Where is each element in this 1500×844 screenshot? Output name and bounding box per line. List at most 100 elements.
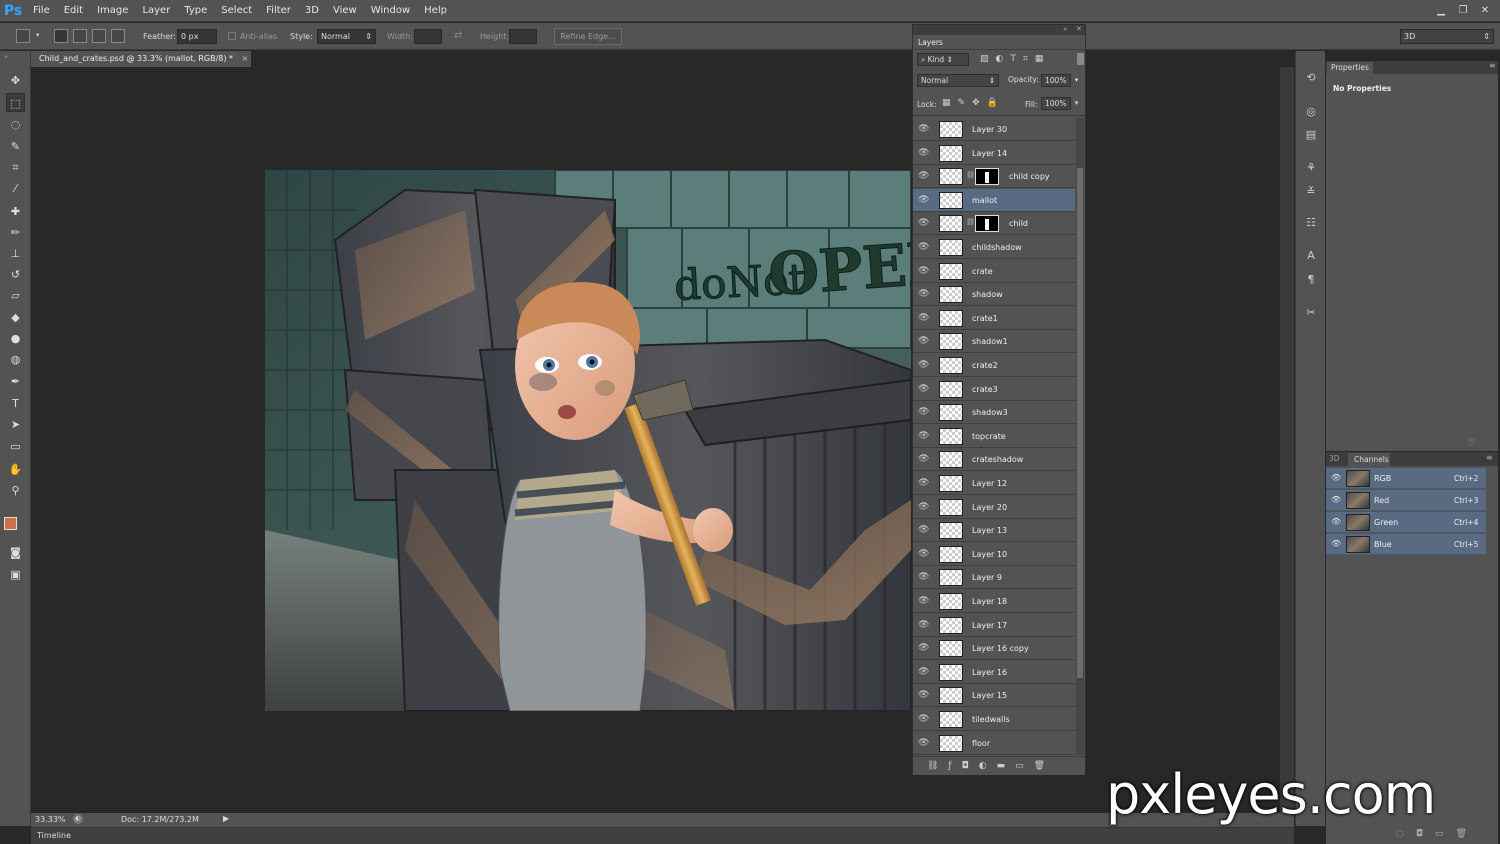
filter-kind-select[interactable]: ⌕ Kind ⇕ [917, 53, 969, 66]
layer-thumbnail[interactable] [939, 427, 963, 445]
color-icon[interactable]: ◎ [1302, 103, 1320, 121]
visibility-eye-icon[interactable]: 👁 [918, 502, 930, 512]
visibility-eye-icon[interactable]: 👁 [918, 690, 930, 700]
swatches-icon[interactable]: ▤ [1302, 126, 1320, 144]
layer-row[interactable]: 👁 Layer 20 [913, 495, 1075, 519]
layer-thumbnail[interactable] [939, 593, 963, 610]
type-tool-icon[interactable]: T [6, 394, 25, 413]
blur-tool-icon[interactable]: ● [6, 329, 25, 348]
width-input[interactable] [414, 29, 442, 44]
visibility-eye-icon[interactable]: 👁 [1331, 495, 1341, 504]
menu-filter[interactable]: Filter [259, 0, 298, 22]
visibility-eye-icon[interactable]: 👁 [918, 407, 930, 417]
history-icon[interactable]: ⟲ [1302, 69, 1320, 87]
visibility-eye-icon[interactable]: 👁 [918, 195, 930, 205]
layer-thumbnail[interactable] [939, 616, 963, 634]
layer-thumbnail[interactable] [939, 711, 963, 728]
document-canvas[interactable]: doNot OPEN [265, 170, 911, 711]
brush-tool-icon[interactable]: ✏ [6, 223, 25, 242]
layer-row[interactable]: 👁 crateshadow [913, 448, 1075, 472]
layer-thumbnail[interactable] [939, 475, 963, 492]
visibility-eye-icon[interactable]: 👁 [918, 360, 930, 370]
layer-thumbnail[interactable] [939, 286, 963, 304]
layer-mask-thumbnail[interactable] [975, 215, 999, 233]
menu-layer[interactable]: Layer [135, 0, 177, 22]
channel-thumbnail[interactable] [1346, 470, 1370, 487]
layer-row[interactable]: 👁 Layer 14 [913, 141, 1075, 165]
style-select[interactable]: Normal ⇕ [317, 29, 376, 44]
path-selection-tool-icon[interactable]: ➤ [6, 415, 25, 434]
layer-row[interactable]: 👁 childshadow [913, 236, 1075, 259]
layer-row[interactable]: 👁 Layer 30 [913, 118, 1075, 141]
layer-row[interactable]: 👁 Layer 12 [913, 472, 1075, 495]
visibility-eye-icon[interactable]: 👁 [918, 454, 930, 464]
layer-row[interactable]: 👁 Layer 16 copy [913, 637, 1075, 661]
adjustments-icon[interactable]: ≚ [1302, 183, 1320, 201]
menu-help[interactable]: Help [417, 0, 454, 22]
screen-mode-icon[interactable]: ▣ [6, 565, 25, 584]
visibility-eye-icon[interactable]: 👁 [918, 313, 930, 323]
new-selection-icon[interactable] [54, 29, 68, 43]
layer-thumbnail[interactable] [939, 380, 963, 398]
character-icon[interactable]: A [1302, 247, 1320, 265]
zoom-level[interactable]: 33.33% [35, 815, 66, 824]
height-input[interactable] [509, 29, 537, 44]
history-brush-tool-icon[interactable]: ↺ [6, 265, 25, 284]
layer-mask-thumbnail[interactable] [975, 168, 999, 186]
visibility-eye-icon[interactable]: 👁 [918, 714, 930, 724]
chain-link-icon[interactable]: ⛓ [966, 218, 975, 226]
chain-link-icon[interactable]: ⛓ [966, 171, 975, 179]
visibility-eye-icon[interactable]: 👁 [918, 738, 930, 748]
visibility-eye-icon[interactable]: 👁 [1331, 473, 1341, 482]
layer-thumbnail[interactable] [939, 498, 963, 516]
fill-input[interactable]: 100% [1041, 97, 1071, 110]
document-tab[interactable]: Child_and_crates.psd @ 33.3% (mallot, RG… [31, 51, 251, 67]
visibility-eye-icon[interactable]: 👁 [918, 572, 930, 582]
layer-thumbnail[interactable] [939, 309, 963, 327]
chevron-down-icon[interactable]: ▾ [36, 31, 40, 39]
layer-row[interactable]: 👁 crate3 [913, 377, 1075, 401]
layer-row[interactable]: 👁 Layer 15 [913, 684, 1075, 708]
layer-row[interactable]: 👁 crate2 [913, 354, 1075, 377]
fill-dropdown-icon[interactable]: ▾ [1071, 97, 1082, 110]
opacity-dropdown-icon[interactable]: ▾ [1071, 74, 1082, 87]
move-tool-icon[interactable]: ✥ [6, 71, 25, 90]
actions-icon[interactable]: ☷ [1302, 214, 1320, 232]
layer-row[interactable]: 👁 Layer 9 [913, 566, 1075, 590]
layer-thumbnail[interactable] [939, 191, 963, 209]
layer-thumbnail[interactable] [939, 333, 963, 351]
layers-scrollbar[interactable] [1076, 118, 1084, 755]
layer-thumbnail[interactable] [939, 640, 963, 658]
visibility-eye-icon[interactable]: 👁 [918, 620, 930, 630]
properties-tab[interactable]: Properties [1327, 62, 1373, 74]
layer-thumbnail[interactable] [939, 357, 963, 374]
collapse-panel-icon[interactable]: « [1063, 25, 1067, 33]
paint-bucket-tool-icon[interactable]: ◆ [6, 308, 25, 327]
channels-menu-icon[interactable]: ≡ [1486, 453, 1493, 462]
channels-footer-icons[interactable]: ◌◘▭🗑 [1396, 829, 1479, 839]
workspace-select[interactable]: 3D ⇕ [1400, 29, 1494, 44]
lasso-tool-icon[interactable]: ◌ [6, 115, 25, 134]
layer-row[interactable]: 👁 topcrate [913, 424, 1075, 448]
layer-thumbnail[interactable] [939, 663, 963, 681]
layer-row[interactable]: 👁 shadow [913, 283, 1075, 307]
feather-input[interactable]: 0 px [177, 29, 217, 44]
visibility-eye-icon[interactable]: 👁 [918, 549, 930, 559]
visibility-eye-icon[interactable]: 👁 [918, 218, 930, 228]
visibility-eye-icon[interactable]: 👁 [918, 667, 930, 677]
layer-thumbnail[interactable] [939, 121, 963, 138]
layer-thumbnail[interactable] [939, 404, 963, 422]
visibility-eye-icon[interactable]: 👁 [918, 124, 930, 134]
visibility-eye-icon[interactable]: 👁 [918, 266, 930, 276]
visibility-eye-icon[interactable]: 👁 [918, 148, 930, 158]
channels-tab[interactable]: Channels [1348, 453, 1390, 466]
marquee-tool-icon[interactable]: ⬚ [6, 93, 25, 112]
antialias-checkbox[interactable] [228, 32, 236, 40]
properties-trash-icon[interactable]: 🗑 [1466, 438, 1476, 447]
layer-thumbnail[interactable] [939, 168, 963, 186]
layer-row[interactable]: 👁 ⛓ child copy [913, 165, 1075, 189]
refine-edge-button[interactable]: Refine Edge... [554, 28, 622, 45]
clone-stamp-tool-icon[interactable]: ⊥ [6, 244, 25, 263]
layer-thumbnail[interactable] [939, 522, 963, 540]
visibility-eye-icon[interactable]: 👁 [1331, 539, 1341, 548]
